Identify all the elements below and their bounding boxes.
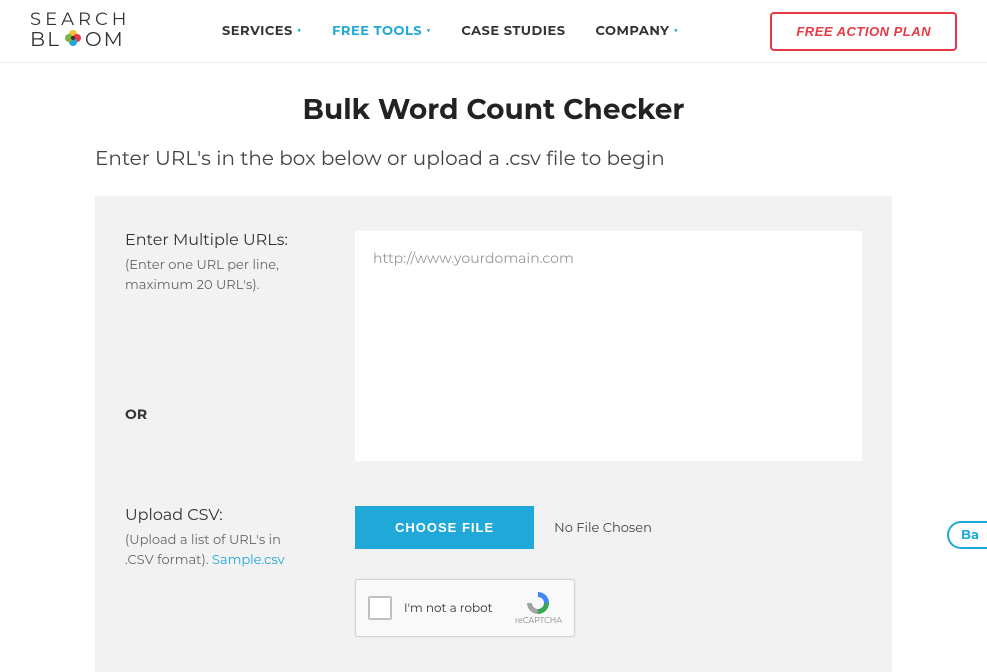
urls-label: Enter Multiple URLs: [125,231,305,250]
csv-label: Upload CSV: [125,506,305,525]
chevron-down-icon: ▼ [673,26,678,36]
main-nav: SERVICES▼ FREE TOOLS▼ CASE STUDIES COMPA… [222,23,679,39]
free-action-plan-button[interactable]: FREE ACTION PLAN [770,12,957,51]
choose-file-button[interactable]: CHOOSE FILE [355,506,534,549]
logo[interactable]: SEARCH BL OM [30,10,130,52]
file-status: No File Chosen [554,520,652,536]
recaptcha-icon [525,590,551,616]
csv-hint: (Upload a list of URL's in .CSV format).… [125,531,305,570]
nav-item-services[interactable]: SERVICES▼ [222,23,302,39]
logo-text-bottom: BL OM [30,28,130,52]
sample-csv-link[interactable]: Sample.csv [212,552,285,568]
urls-row: Enter Multiple URLs: (Enter one URL per … [125,231,862,466]
back-tab[interactable]: Ba [947,521,987,549]
or-label: OR [125,405,305,423]
recaptcha-label: I'm not a robot [404,601,515,616]
form-panel: Enter Multiple URLs: (Enter one URL per … [95,196,892,672]
csv-row: Upload CSV: (Upload a list of URL's in .… [125,506,862,637]
flower-icon [63,28,83,52]
recaptcha-checkbox[interactable] [368,596,392,620]
logo-text-top: SEARCH [30,10,130,28]
chevron-down-icon: ▼ [297,26,302,36]
header: SEARCH BL OM SERVICES▼ FREE TOOLS▼ CASE … [0,0,987,63]
recaptcha-widget: I'm not a robot reCAPTCHA [355,579,575,637]
nav-item-free-tools[interactable]: FREE TOOLS▼ [332,23,431,39]
page-title: Bulk Word Count Checker [0,93,987,127]
urls-hint: (Enter one URL per line, maximum 20 URL'… [125,256,305,295]
nav-item-case-studies[interactable]: CASE STUDIES [461,23,565,39]
nav-item-company[interactable]: COMPANY▼ [596,23,679,39]
chevron-down-icon: ▼ [426,26,431,36]
recaptcha-logo: reCAPTCHA [515,590,562,626]
page-subtitle: Enter URL's in the box below or upload a… [95,147,987,171]
urls-textarea[interactable] [355,231,862,461]
